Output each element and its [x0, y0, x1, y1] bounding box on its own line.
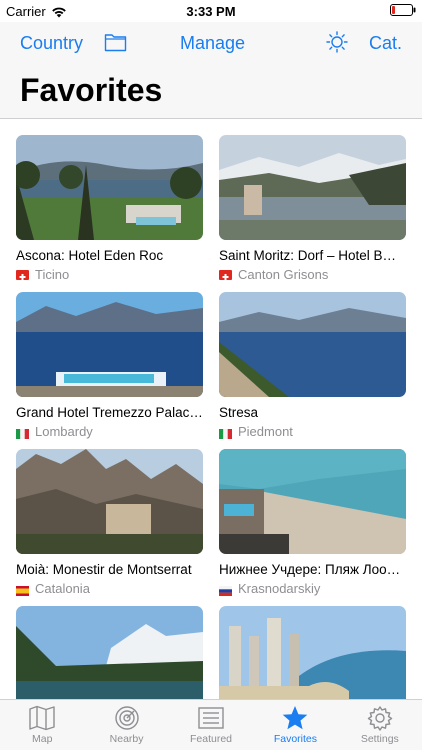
- radar-icon: [114, 706, 139, 730]
- region-label: Catalonia: [35, 581, 90, 596]
- webcam-card[interactable]: [16, 606, 203, 699]
- webcam-card[interactable]: Grand Hotel Tremezzo Palac… Lombardy: [16, 292, 203, 439]
- tab-nearby[interactable]: Nearby: [84, 700, 168, 750]
- spain-flag-icon: [16, 584, 29, 596]
- italy-flag-icon: [219, 427, 232, 439]
- webcam-title: Moià: Monestir de Montserrat: [16, 562, 192, 577]
- webcam-region: Piedmont: [219, 424, 406, 439]
- folder-icon[interactable]: [104, 32, 127, 57]
- tab-featured[interactable]: Featured: [169, 700, 253, 750]
- webcam-region: Ticino: [16, 267, 203, 282]
- brightness-icon[interactable]: [326, 31, 348, 58]
- tab-settings[interactable]: Settings: [338, 700, 422, 750]
- tab-label: Settings: [360, 733, 399, 745]
- webcam-thumbnail: [219, 292, 406, 397]
- tab-label: Nearby: [109, 733, 144, 745]
- status-bar: Carrier 3:33 PM: [0, 0, 422, 22]
- webcam-title: Grand Hotel Tremezzo Palac…: [16, 405, 203, 420]
- nav-bar: Country Manage Cat.: [0, 22, 422, 66]
- webcam-region: Canton Grisons: [219, 267, 406, 282]
- webcam-region: Catalonia: [16, 581, 203, 596]
- star-icon: [283, 706, 308, 730]
- tab-bar: Map Nearby Featured Favorites Settings: [0, 699, 422, 750]
- gear-icon: [367, 706, 393, 731]
- webcam-title: Stresa: [219, 405, 259, 420]
- webcam-region: Lombardy: [16, 424, 203, 439]
- battery-icon: [390, 4, 416, 19]
- favorites-grid: Ascona: Hotel Eden Roc Ticino Saint Mori…: [0, 119, 422, 699]
- webcam-card[interactable]: Saint Moritz: Dorf – Hotel B… Canton Gri…: [219, 135, 406, 282]
- region-label: Canton Grisons: [238, 267, 329, 282]
- region-label: Lombardy: [35, 424, 93, 439]
- webcam-card[interactable]: Stresa Piedmont: [219, 292, 406, 439]
- webcam-thumbnail: [16, 449, 203, 554]
- webcam-thumbnail: [219, 449, 406, 554]
- webcam-card[interactable]: [219, 606, 406, 699]
- country-button[interactable]: Country: [20, 33, 83, 54]
- webcam-thumbnail: [16, 292, 203, 397]
- webcam-title: Нижнее Учдере: Пляж Лоо…: [219, 562, 401, 577]
- region-label: Piedmont: [238, 424, 293, 439]
- tab-favorites[interactable]: Favorites: [253, 700, 337, 750]
- map-icon: [29, 705, 55, 731]
- russia-flag-icon: [219, 584, 232, 596]
- page-title: Favorites: [20, 72, 163, 108]
- tab-label: Favorites: [273, 733, 318, 745]
- webcam-card[interactable]: Moià: Monestir de Montserrat Catalonia: [16, 449, 203, 596]
- webcam-title: Ascona: Hotel Eden Roc: [16, 248, 164, 263]
- webcam-title: Saint Moritz: Dorf – Hotel B…: [219, 248, 397, 263]
- category-button[interactable]: Cat.: [369, 33, 402, 54]
- tab-label: Map: [31, 733, 53, 745]
- manage-button[interactable]: Manage: [180, 33, 245, 54]
- webcam-card[interactable]: Ascona: Hotel Eden Roc Ticino: [16, 135, 203, 282]
- region-label: Krasnodarskiy: [238, 581, 321, 596]
- swiss-flag-icon: [219, 269, 232, 280]
- tab-label: Featured: [190, 733, 233, 745]
- webcam-card[interactable]: Нижнее Учдере: Пляж Лоо… Krasnodarskiy: [219, 449, 406, 596]
- italy-flag-icon: [16, 427, 29, 439]
- webcam-region: Krasnodarskiy: [219, 581, 406, 596]
- status-time: 3:33 PM: [186, 4, 236, 19]
- webcam-thumbnail: [16, 606, 203, 699]
- swiss-flag-icon: [16, 269, 29, 280]
- list-icon: [198, 707, 224, 729]
- tab-map[interactable]: Map: [0, 700, 84, 750]
- large-title-header: Favorites: [0, 66, 422, 119]
- webcam-thumbnail: [16, 135, 203, 240]
- region-label: Ticino: [35, 267, 70, 282]
- webcam-thumbnail: [219, 606, 406, 699]
- webcam-thumbnail: [219, 135, 406, 240]
